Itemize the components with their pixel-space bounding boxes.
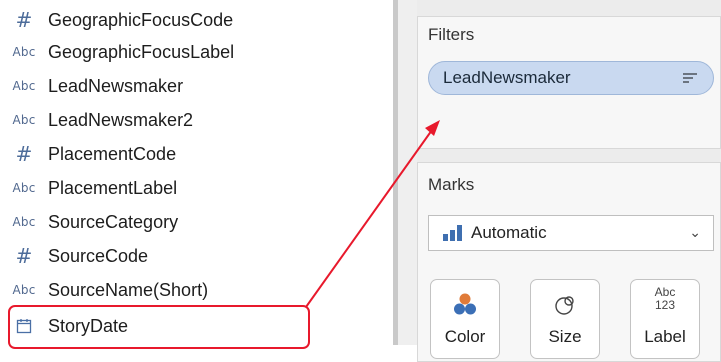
color-label: Color [444, 327, 486, 346]
field-geographic-focus-code[interactable]: # GeographicFocusCode [0, 6, 392, 34]
size-label: Size [548, 327, 582, 346]
number-type-icon: # [15, 142, 33, 166]
string-type-icon: Abc [12, 283, 36, 297]
filter-pill-label: LeadNewsmaker [443, 68, 571, 87]
field-geographic-focus-label[interactable]: Abc GeographicFocusLabel [0, 38, 392, 66]
marks-title: Marks [428, 175, 475, 194]
marks-card: Marks Automatic ⌄ Color Size Abc 123 Lab… [417, 162, 721, 362]
size-circles-icon [531, 292, 599, 318]
filter-pill-lead-newsmaker[interactable]: LeadNewsmaker [428, 61, 714, 95]
shelves-pane: Filters LeadNewsmaker Marks Automatic ⌄ [417, 0, 721, 362]
string-type-icon: Abc [12, 113, 36, 127]
chevron-down-icon: ⌄ [689, 224, 701, 240]
label-icon-text-bottom: 123 [654, 298, 676, 312]
field-source-name-short[interactable]: Abc SourceName(Short) [0, 276, 392, 304]
mark-type-value: Automatic [471, 223, 547, 242]
number-type-icon: # [15, 244, 33, 268]
field-label: GeographicFocusLabel [48, 41, 235, 62]
filter-lines-icon[interactable] [683, 73, 697, 85]
field-label: SourceCode [48, 245, 149, 266]
label-abc-icon: Abc 123 [631, 286, 699, 312]
field-lead-newsmaker2[interactable]: Abc LeadNewsmaker2 [0, 106, 392, 134]
field-label: PlacementCode [48, 143, 177, 164]
label-button[interactable]: Abc 123 Label [630, 279, 700, 359]
field-label: LeadNewsmaker2 [48, 109, 194, 130]
field-label: GeographicFocusCode [48, 9, 234, 30]
filters-title: Filters [428, 25, 475, 44]
color-button[interactable]: Color [430, 279, 500, 359]
field-source-code[interactable]: # SourceCode [0, 242, 392, 270]
field-label: PlacementLabel [48, 177, 178, 198]
field-lead-newsmaker[interactable]: Abc LeadNewsmaker [0, 72, 392, 100]
string-type-icon: Abc [12, 79, 36, 93]
string-type-icon: Abc [12, 215, 36, 229]
string-type-icon: Abc [12, 45, 36, 59]
pane-gutter [398, 0, 417, 345]
string-type-icon: Abc [12, 181, 36, 195]
size-button[interactable]: Size [530, 279, 600, 359]
label-label: Label [644, 327, 686, 346]
field-label: SourceCategory [48, 211, 179, 232]
mark-type-dropdown[interactable]: Automatic ⌄ [428, 215, 714, 251]
data-pane: # GeographicFocusCode Abc GeographicFocu… [0, 0, 392, 349]
field-placement-code[interactable]: # PlacementCode [0, 140, 392, 168]
highlight-box-annotation [8, 305, 310, 349]
number-type-icon: # [15, 8, 33, 32]
field-label: SourceName(Short) [48, 279, 209, 300]
color-dots-icon [431, 292, 499, 318]
filters-card: Filters LeadNewsmaker [417, 16, 721, 149]
bar-chart-icon [443, 225, 463, 241]
field-placement-label[interactable]: Abc PlacementLabel [0, 174, 392, 202]
field-label: LeadNewsmaker [48, 75, 184, 96]
field-source-category[interactable]: Abc SourceCategory [0, 208, 392, 236]
